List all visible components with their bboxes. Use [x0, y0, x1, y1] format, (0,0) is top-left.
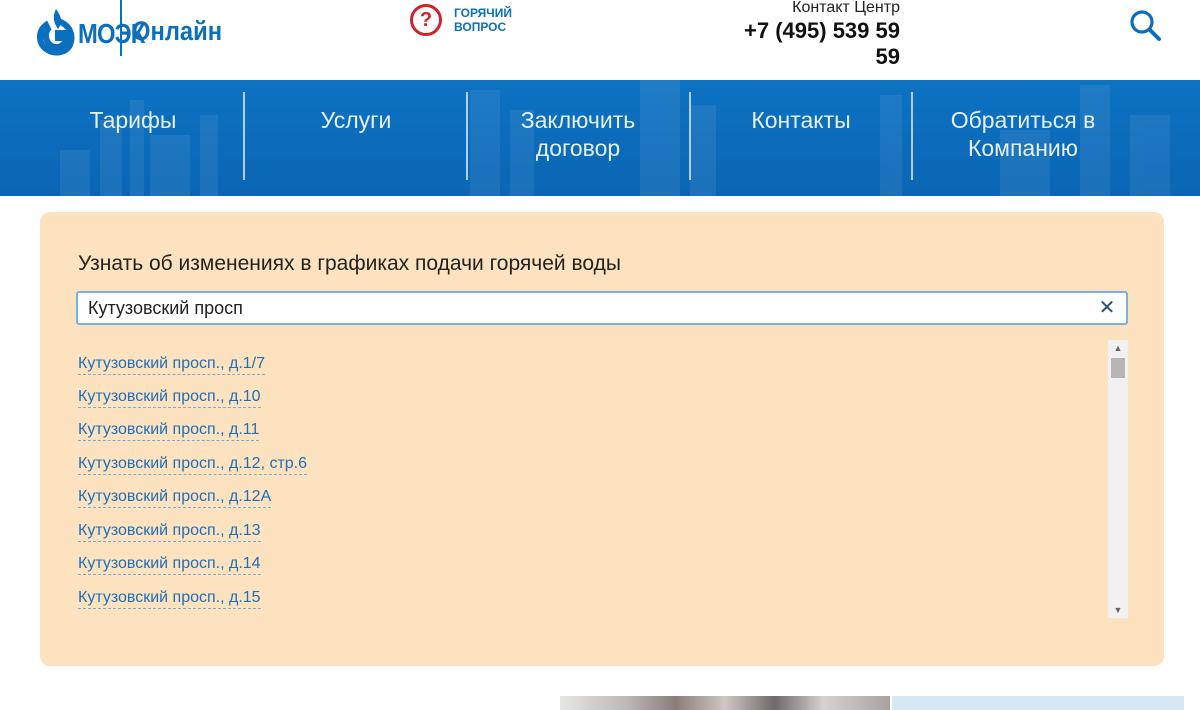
list-item[interactable]: Кутузовский просп., д.11 [78, 420, 260, 441]
close-icon: ✕ [1098, 297, 1116, 319]
main-nav: Тарифы Услуги Заключить договор Контакты… [0, 80, 1200, 196]
list-item[interactable]: Кутузовский просп., д.10 [78, 387, 261, 408]
nav-item-contract[interactable]: Заключить договор [478, 106, 678, 176]
search-icon [1130, 10, 1161, 41]
address-search-input[interactable] [76, 291, 1128, 325]
nav-item-services[interactable]: Услуги [245, 106, 467, 176]
contact-label: Контакт Центр [792, 0, 900, 16]
hot-question-label: ГОРЯЧИЙ ВОПРОС [454, 6, 512, 34]
list-item[interactable]: Кутузовский просп., д.13 [78, 521, 261, 542]
list-item[interactable]: Кутузовский просп., д.12А [78, 487, 272, 508]
nav-divider [911, 92, 913, 180]
contact-phone[interactable]: +7 (495) 539 59 59 [720, 18, 900, 70]
hot-question-link[interactable]: ? ГОРЯЧИЙ ВОПРОС [410, 4, 524, 36]
promo-panel [892, 696, 1184, 710]
list-item[interactable]: Кутузовский просп., д.14 [78, 554, 261, 575]
scroll-thumb[interactable] [1111, 358, 1125, 378]
question-circle-icon: ? [410, 4, 442, 36]
clear-input-button[interactable]: ✕ [1098, 297, 1116, 319]
logo-subtitle: Онлайн [132, 16, 223, 46]
hot-water-schedule-panel: Узнать об изменениях в графиках подачи г… [40, 212, 1164, 666]
site-header: МОЭК Онлайн ? ГОРЯЧИЙ ВОПРОС Контакт Цен… [0, 0, 1200, 80]
results-scrollbar[interactable]: ▲ ▼ [1108, 340, 1128, 618]
list-item[interactable]: Кутузовский просп., д.15 [78, 588, 261, 609]
flame-logo-icon [36, 7, 80, 56]
list-item[interactable]: Кутузовский просп., д.12, стр.6 [78, 454, 308, 475]
search-button[interactable] [1126, 6, 1166, 46]
contact-center: Контакт Центр +7 (495) 539 59 59 [720, 0, 900, 70]
nav-item-contact-company[interactable]: Обратиться в Компанию [924, 106, 1122, 176]
promo-image [560, 696, 890, 710]
search-results-list: Кутузовский просп., д.1/7 Кутузовский пр… [76, 340, 1128, 618]
nav-item-tariffs[interactable]: Тарифы [22, 106, 244, 176]
panel-title: Узнать об изменениях в графиках подачи г… [78, 252, 621, 275]
scroll-up-arrow-icon[interactable]: ▲ [1108, 340, 1128, 356]
nav-item-contacts[interactable]: Контакты [690, 106, 912, 176]
list-item[interactable]: Кутузовский просп., д.1/7 [78, 354, 266, 375]
scroll-down-arrow-icon[interactable]: ▼ [1108, 602, 1128, 618]
nav-divider [466, 92, 468, 180]
logo-divider [120, 0, 122, 56]
